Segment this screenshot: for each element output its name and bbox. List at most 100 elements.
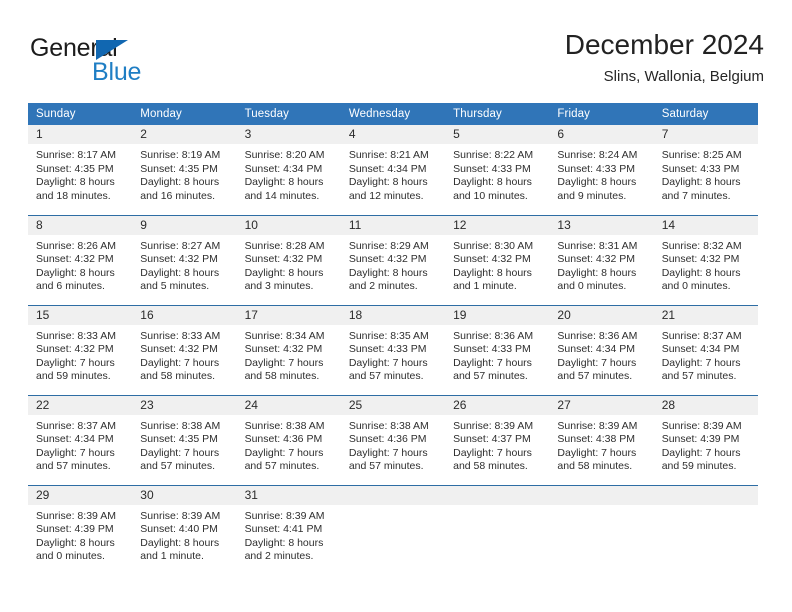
day-number: 12 [445,215,550,235]
calendar-day-cell[interactable]: 28 Sunrise: 8:39 AM Sunset: 4:39 PM Dayligh… [653,394,758,485]
calendar-day-cell[interactable]: 8 Sunrise: 8:26 AM Sunset: 4:32 PM Daylight… [28,214,133,305]
daylight-duration-line2: and 57 minutes. [36,460,111,473]
calendar-day-cell[interactable]: 17 Sunrise: 8:34 AM Sunset: 4:32 PM Dayligh… [236,304,341,395]
sunset-time: Sunset: 4:39 PM [36,523,114,536]
sunrise-time: Sunrise: 8:32 AM [661,239,742,252]
sunset-time: Sunset: 4:32 PM [36,343,114,356]
calendar-day-cell[interactable]: 29 Sunrise: 8:39 AM Sunset: 4:39 PM Dayligh… [28,484,133,575]
sunrise-time: Sunrise: 8:39 AM [140,509,221,522]
page-subtitle: Slins, Wallonia, Belgium [603,68,764,85]
day-details: Sunrise: 8:38 AM Sunset: 4:36 PM Daylight:… [341,415,445,474]
calendar-week-row: 22 Sunrise: 8:37 AM Sunset: 4:34 PM Dayligh… [28,394,758,485]
calendar-day-cell[interactable]: 27 Sunrise: 8:39 AM Sunset: 4:38 PM Dayligh… [549,394,654,485]
daylight-duration-line2: and 57 minutes. [140,460,215,473]
page-title: December 2024 [564,29,764,60]
calendar-week-row: 29 Sunrise: 8:39 AM Sunset: 4:39 PM Dayligh… [28,484,758,575]
calendar-day-cell[interactable]: 31 Sunrise: 8:39 AM Sunset: 4:41 PM Dayligh… [236,484,341,575]
sunrise-time: Sunrise: 8:26 AM [36,239,116,252]
day-number: 30 [132,485,237,505]
daylight-duration-line2: and 16 minutes. [140,189,215,202]
day-number: 28 [653,395,758,415]
sunset-time: Sunset: 4:33 PM [348,343,427,356]
daylight-duration-line1: Daylight: 7 hours [453,356,532,369]
daylight-duration-line2: and 57 minutes. [661,370,737,383]
day-number: 27 [549,395,654,415]
sunrise-time: Sunrise: 8:39 AM [661,419,742,432]
daylight-duration-line2: and 5 minutes. [140,280,210,293]
daylight-duration-line2: and 58 minutes. [244,370,320,383]
sunset-time: Sunset: 4:37 PM [453,433,531,446]
day-details: Sunrise: 8:20 AM Sunset: 4:34 PM Daylight:… [237,144,341,203]
calendar-day-cell[interactable]: 6 Sunrise: 8:24 AM Sunset: 4:33 PM Daylight… [549,125,654,215]
sunrise-time: Sunrise: 8:38 AM [348,419,429,432]
weekday-header-saturday: Saturday [653,103,758,125]
calendar-day-cell[interactable]: 12 Sunrise: 8:30 AM Sunset: 4:32 PM Dayligh… [445,214,550,305]
day-details: Sunrise: 8:39 AM Sunset: 4:38 PM Daylight:… [549,415,653,474]
sunset-time: Sunset: 4:32 PM [244,253,323,266]
calendar-day-cell[interactable]: 9 Sunrise: 8:27 AM Sunset: 4:32 PM Daylight… [132,214,237,305]
daylight-duration-line2: and 10 minutes. [453,189,528,202]
calendar-day-cell[interactable]: 19 Sunrise: 8:36 AM Sunset: 4:33 PM Dayligh… [445,304,550,395]
calendar-day-cell[interactable]: 11 Sunrise: 8:29 AM Sunset: 4:32 PM Dayligh… [340,214,446,305]
day-details: Sunrise: 8:30 AM Sunset: 4:32 PM Daylight:… [445,235,549,294]
sunset-time: Sunset: 4:33 PM [453,162,531,175]
calendar-week-row: 1 Sunrise: 8:17 AM Sunset: 4:35 PM Daylight… [28,125,758,215]
calendar-day-cell[interactable]: 21 Sunrise: 8:37 AM Sunset: 4:34 PM Dayligh… [653,304,758,395]
calendar-day-cell[interactable]: 14 Sunrise: 8:32 AM Sunset: 4:32 PM Dayligh… [653,214,758,305]
weekday-header-row: Sunday Monday Tuesday Wednesday Thursday… [28,103,758,125]
daylight-duration-line1: Daylight: 7 hours [453,446,532,459]
sunrise-time: Sunrise: 8:31 AM [557,239,638,252]
calendar-day-cell[interactable]: 24 Sunrise: 8:38 AM Sunset: 4:36 PM Dayligh… [236,394,341,485]
calendar-day-cell[interactable]: 22 Sunrise: 8:37 AM Sunset: 4:34 PM Dayligh… [28,394,133,485]
sunset-time: Sunset: 4:34 PM [557,343,636,356]
calendar-day-cell[interactable]: 26 Sunrise: 8:39 AM Sunset: 4:37 PM Dayligh… [445,394,550,485]
calendar-day-cell[interactable]: 15 Sunrise: 8:33 AM Sunset: 4:32 PM Dayligh… [28,304,133,395]
day-details: Sunrise: 8:35 AM Sunset: 4:33 PM Daylight:… [341,325,445,384]
day-details: Sunrise: 8:25 AM Sunset: 4:33 PM Daylight:… [654,144,758,203]
calendar-day-cell[interactable]: 13 Sunrise: 8:31 AM Sunset: 4:32 PM Dayligh… [549,214,654,305]
calendar-day-cell[interactable]: 1 Sunrise: 8:17 AM Sunset: 4:35 PM Daylight… [28,125,133,215]
sunrise-time: Sunrise: 8:21 AM [348,149,429,161]
calendar-day-cell[interactable]: 18 Sunrise: 8:35 AM Sunset: 4:33 PM Dayligh… [340,304,446,395]
day-number: 17 [236,305,341,325]
sunset-time: Sunset: 4:36 PM [244,433,323,446]
calendar-day-cell[interactable]: 4 Sunrise: 8:21 AM Sunset: 4:34 PM Daylight… [340,125,446,215]
daylight-duration-line2: and 3 minutes. [244,280,314,293]
weekday-header-thursday: Thursday [445,103,550,125]
sunset-time: Sunset: 4:32 PM [140,253,218,266]
sunset-time: Sunset: 4:32 PM [557,253,636,266]
calendar-day-cell[interactable]: 7 Sunrise: 8:25 AM Sunset: 4:33 PM Daylight… [653,125,758,215]
calendar-week-row: 15 Sunrise: 8:33 AM Sunset: 4:32 PM Dayligh… [28,304,758,395]
general-blue-logo[interactable]: General Blue [30,34,230,92]
day-number [445,485,550,505]
daylight-duration-line2: and 6 minutes. [36,280,105,293]
sunrise-time: Sunrise: 8:24 AM [557,149,638,161]
calendar-day-cell[interactable]: 5 Sunrise: 8:22 AM Sunset: 4:33 PM Daylight… [445,125,550,215]
daylight-duration-line2: and 1 minute. [140,550,204,563]
calendar-day-cell[interactable]: 3 Sunrise: 8:20 AM Sunset: 4:34 PM Daylight… [236,125,341,215]
logo-text-blue: Blue [92,58,142,86]
calendar-day-cell[interactable]: 2 Sunrise: 8:19 AM Sunset: 4:35 PM Daylight… [132,125,237,215]
day-number: 11 [340,215,446,235]
sunrise-time: Sunrise: 8:36 AM [557,329,638,342]
daylight-duration-line1: Daylight: 7 hours [244,356,324,369]
calendar-day-cell[interactable]: 30 Sunrise: 8:39 AM Sunset: 4:40 PM Dayligh… [132,484,237,575]
daylight-duration-line2: and 9 minutes. [557,189,627,202]
day-number: 7 [653,125,758,144]
calendar-day-cell[interactable]: 16 Sunrise: 8:33 AM Sunset: 4:32 PM Dayligh… [132,304,237,395]
day-details: Sunrise: 8:37 AM Sunset: 4:34 PM Daylight:… [28,415,132,474]
daylight-duration-line2: and 58 minutes. [557,460,633,473]
daylight-duration-line1: Daylight: 8 hours [36,176,115,189]
calendar-day-cell[interactable]: 20 Sunrise: 8:36 AM Sunset: 4:34 PM Dayligh… [549,304,654,395]
sunset-time: Sunset: 4:32 PM [140,343,218,356]
sunset-time: Sunset: 4:41 PM [244,523,323,536]
daylight-duration-line1: Daylight: 7 hours [36,446,115,459]
calendar-day-cell[interactable]: 23 Sunrise: 8:38 AM Sunset: 4:35 PM Dayligh… [132,394,237,485]
calendar-day-cell[interactable]: 10 Sunrise: 8:28 AM Sunset: 4:32 PM Dayligh… [236,214,341,305]
day-number: 8 [28,215,133,235]
day-details: Sunrise: 8:39 AM Sunset: 4:37 PM Daylight:… [445,415,549,474]
calendar-day-cell[interactable]: 25 Sunrise: 8:38 AM Sunset: 4:36 PM Dayligh… [340,394,446,485]
daylight-duration-line1: Daylight: 8 hours [661,266,741,279]
daylight-duration-line1: Daylight: 7 hours [36,356,115,369]
daylight-duration-line2: and 59 minutes. [661,460,737,473]
